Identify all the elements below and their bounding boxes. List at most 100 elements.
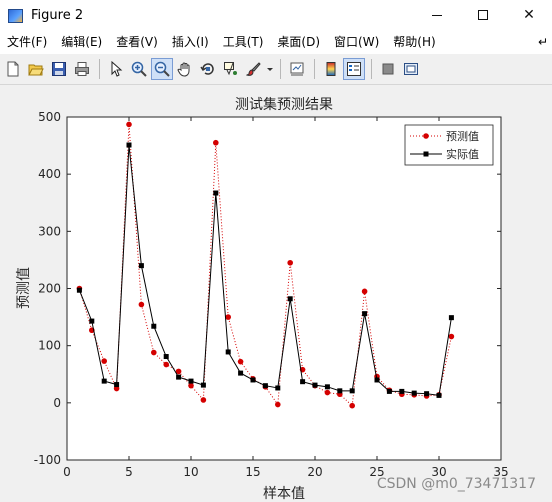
new-figure-button[interactable] (2, 58, 24, 80)
menu-help[interactable]: 帮助(H) (386, 30, 442, 54)
actual-point (362, 311, 368, 317)
legend[interactable]: 预测值 实际值 (404, 124, 494, 166)
menu-window[interactable]: 窗口(W) (327, 30, 386, 54)
actual-point (188, 378, 194, 384)
menu-bar: 文件(F) 编辑(E) 查看(V) 插入(I) 工具(T) 桌面(D) 窗口(W… (0, 30, 552, 54)
save-icon (52, 62, 66, 76)
actual-point (262, 383, 268, 389)
actual-point (324, 384, 330, 390)
legend-label-actual: 实际值 (446, 147, 479, 161)
minimize-button[interactable] (414, 0, 460, 30)
predicted-point (349, 402, 356, 409)
brush-icon (246, 62, 261, 76)
actual-point (213, 190, 219, 196)
predicted-point (151, 349, 157, 356)
actual-point (126, 142, 132, 148)
toolbar-separator (371, 59, 372, 79)
actual-point (300, 379, 306, 385)
actual-point (200, 382, 206, 388)
hide-plot-tools-button[interactable] (377, 58, 399, 80)
actual-point (76, 287, 82, 293)
brush-dropdown-button[interactable] (266, 58, 274, 80)
actual-point (436, 392, 442, 398)
menu-insert[interactable]: 插入(I) (165, 30, 216, 54)
print-button[interactable] (71, 58, 93, 80)
x-axis-label: 样本值 (263, 486, 305, 502)
minimize-icon (432, 14, 442, 16)
predicted-point (237, 358, 244, 365)
x-tick-label: 20 (307, 465, 322, 479)
open-file-button[interactable] (25, 58, 47, 80)
predicted-point (225, 314, 231, 320)
menu-file[interactable]: 文件(F) (0, 30, 54, 54)
zoom-out-icon (154, 61, 170, 77)
actual-point (349, 388, 355, 394)
x-tick-label: 15 (245, 465, 260, 479)
menu-tools[interactable]: 工具(T) (216, 30, 271, 54)
zoom-out-button[interactable] (151, 58, 173, 80)
predicted-point (200, 397, 207, 403)
actual-point (448, 315, 454, 321)
select-pointer-button[interactable] (105, 58, 127, 80)
actual-point (337, 388, 343, 394)
actual-point (89, 318, 95, 324)
predicted-point (163, 361, 169, 368)
actual-point (399, 388, 405, 394)
toolbar-separator (314, 59, 315, 79)
actual-point (386, 388, 392, 394)
colorbar-icon (326, 62, 336, 76)
csdn-watermark: CSDN @m0_73471317 (376, 476, 536, 492)
plot-area (66, 116, 502, 461)
window-title: Figure 2 (31, 7, 84, 23)
predicted-point (126, 121, 132, 128)
menu-desktop[interactable]: 桌面(D) (270, 30, 327, 54)
hide-plot-tools-icon (382, 63, 394, 75)
predicted-point (138, 301, 145, 308)
maximize-button[interactable] (460, 0, 506, 30)
x-tick-label: 5 (125, 465, 133, 479)
predicted-point (448, 333, 455, 340)
menu-view[interactable]: 查看(V) (109, 30, 165, 54)
link-plot-button[interactable] (286, 58, 308, 80)
y-tick-label: 300 (38, 224, 61, 238)
colorbar-button[interactable] (320, 58, 342, 80)
menu-overflow-icon[interactable]: ↵ (538, 30, 548, 54)
actual-point (424, 391, 430, 397)
y-tick-label: -100 (34, 453, 61, 467)
data-cursor-icon (224, 62, 237, 76)
actual-point (250, 377, 256, 383)
pan-hand-icon (177, 62, 190, 77)
legend-button[interactable] (343, 58, 365, 80)
actual-point (138, 263, 144, 269)
show-plot-tools-button[interactable] (400, 58, 422, 80)
x-tick-label: 10 (183, 465, 198, 479)
chart-svg: 测试集预测结果 样本值 预测值 0 5 10 15 20 25 30 35-100010020… (16, 96, 509, 502)
toolbar-separator (280, 59, 281, 79)
select-pointer-icon (111, 61, 123, 77)
show-plot-tools-icon (404, 63, 418, 75)
figure-toolbar (0, 54, 552, 85)
close-button[interactable]: ✕ (506, 0, 552, 30)
actual-point (238, 370, 244, 376)
predicted-point (275, 401, 281, 408)
data-cursor-button[interactable] (220, 58, 242, 80)
toolbar-separator (99, 59, 100, 79)
new-figure-icon (7, 61, 19, 77)
y-axis-label: 预测值 (16, 267, 32, 309)
predicted-point (324, 389, 331, 396)
legend-marker-predicted (423, 133, 429, 139)
print-icon (75, 62, 89, 76)
actual-point (101, 378, 107, 384)
predicted-point (213, 139, 219, 146)
save-button[interactable] (48, 58, 70, 80)
open-file-icon (28, 64, 44, 76)
rotate-3d-button[interactable] (197, 58, 219, 80)
zoom-in-button[interactable] (128, 58, 150, 80)
actual-point (225, 349, 231, 355)
brush-button[interactable] (243, 58, 265, 80)
menu-edit[interactable]: 编辑(E) (54, 30, 109, 54)
actual-point (114, 382, 120, 388)
pan-button[interactable] (174, 58, 196, 80)
y-tick-label: 500 (38, 110, 61, 124)
legend-icon (347, 62, 361, 76)
